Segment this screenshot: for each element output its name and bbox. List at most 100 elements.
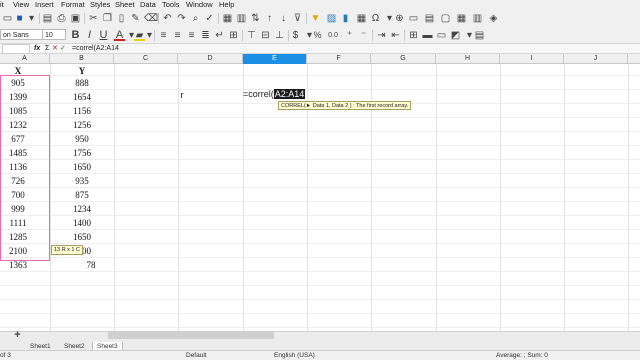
add-sheet-icon[interactable]: + [12,330,23,341]
column-header-b[interactable]: B [50,54,114,64]
editing-cell[interactable]: =correl(A2:A14 [243,88,306,100]
cell-y-value[interactable]: 1234 [50,202,114,216]
cell-y-value[interactable]: 1156 [50,104,114,118]
freeze-rows-icon[interactable]: ▦ [456,13,467,24]
cell-y-value[interactable]: 1756 [50,146,114,160]
cell-y-value[interactable]: 1650 [50,230,114,244]
cell-y-value[interactable]: 935 [50,174,114,188]
menu-format[interactable]: Format [61,0,85,10]
column-header-f[interactable]: F [307,54,371,64]
align-left-icon[interactable]: ≡ [158,30,169,41]
number-format-button[interactable]: 0.0 [326,30,340,41]
cell-y-value[interactable]: 875 [50,188,114,202]
clone-formatting-icon[interactable]: ✎ [130,13,141,24]
column-header-e[interactable]: E [243,54,307,64]
show-draw-functions-icon[interactable]: ◈ [488,13,499,24]
cell-y-value[interactable]: 1650 [50,160,114,174]
page-style[interactable]: Default [186,351,207,360]
undo-icon[interactable]: ↶ [162,13,173,24]
menu-window[interactable]: Window [186,0,213,10]
justify-icon[interactable]: ≣ [200,30,211,41]
center-vertically-icon[interactable]: ⊟ [260,30,271,41]
autofilter-icon[interactable]: ⊽ [292,13,303,24]
menu-view[interactable]: View [13,0,29,10]
increase-indent-icon[interactable]: ⇥ [376,30,387,41]
image-icon[interactable]: ▨ [326,13,337,24]
spelling-icon[interactable]: ✓ [204,13,215,24]
comment-icon[interactable]: ▭ [408,13,419,24]
sort-icon[interactable]: ⇅ [250,13,261,24]
cell-y-value[interactable]: 888 [50,76,114,90]
define-print-area-icon[interactable]: ▢ [440,13,451,24]
border-style-icon[interactable]: ▬ [422,30,433,41]
align-bottom-icon[interactable]: ⊥ [274,30,285,41]
redo-icon[interactable]: ↷ [176,13,187,24]
save-icon[interactable]: ■ [14,13,25,24]
paste-icon[interactable]: ▯ [116,13,127,24]
menu-tools[interactable]: Tools [162,0,180,10]
menu-edit[interactable]: it [0,0,4,10]
sort-descending-icon[interactable]: ↓ [278,13,289,24]
italic-button[interactable]: I [84,30,95,41]
font-color-button[interactable]: A [114,30,125,41]
row-icon[interactable]: ▦ [222,13,233,24]
bold-button[interactable]: B [70,30,81,41]
cell-y-value[interactable]: 950 [50,132,114,146]
special-character-icon[interactable]: Ω [370,13,381,24]
add-decimal-icon[interactable]: ⁺ [344,30,355,41]
underline-button[interactable]: U [98,30,109,41]
menu-data[interactable]: Data [140,0,156,10]
menu-sheet[interactable]: Sheet [115,0,135,10]
open-icon[interactable]: ▭ [2,13,13,24]
sort-ascending-icon[interactable]: ↑ [264,13,275,24]
language[interactable]: English (USA) [274,351,315,360]
font-size-box[interactable]: 10 [42,29,66,40]
dropdown-arrow-icon[interactable]: ▾ [26,13,37,24]
conditional-format-icon[interactable]: ◩ [450,30,461,41]
column-header-c[interactable]: C [114,54,178,64]
align-top-icon[interactable]: ⊤ [246,30,257,41]
align-center-icon[interactable]: ≡ [172,30,183,41]
name-box[interactable] [2,44,30,54]
find-replace-icon[interactable]: ⌕ [190,13,201,24]
split-window-icon[interactable]: ▥ [472,13,483,24]
cut-icon[interactable]: ✂ [88,13,99,24]
pivot-table-icon[interactable]: ▦ [356,13,367,24]
merge-cells-icon[interactable]: ⊞ [228,30,239,41]
column-header-d[interactable]: D [178,54,243,64]
print-preview-icon[interactable]: ▣ [70,13,81,24]
hyperlink-icon[interactable]: ⊕ [394,13,405,24]
menu-insert[interactable]: Insert [35,0,54,10]
cell-y-value[interactable]: 1654 [50,90,114,104]
cell-y-value[interactable]: 1400 [50,216,114,230]
cell-y-value[interactable]: 78 [76,258,106,272]
accept-button[interactable]: ✓ [60,44,66,54]
copy-icon[interactable]: ❐ [102,13,113,24]
cell-y-value[interactable]: 1256 [50,118,114,132]
autofilter-icon[interactable]: ▼ [310,13,321,24]
column-header-a[interactable]: A [0,54,50,64]
function-wizard-button[interactable]: fx [34,44,40,54]
export-pdf-icon[interactable]: ▤ [42,13,53,24]
headers-footers-icon[interactable]: ▤ [424,13,435,24]
border-color-icon[interactable]: ▭ [436,30,447,41]
selection-summary[interactable]: Average: ; Sum: 0 [496,351,548,360]
align-right-icon[interactable]: ≡ [186,30,197,41]
decrease-indent-icon[interactable]: ⇤ [390,30,401,41]
cell-styles-icon[interactable]: ▤ [474,30,485,41]
column-icon[interactable]: ▥ [236,13,247,24]
print-icon[interactable]: ⎙ [56,13,67,24]
cell-d-label[interactable]: r [178,88,186,102]
delete-decimal-icon[interactable]: ⁻ [358,30,369,41]
clear-formatting-icon[interactable]: ⌫ [144,13,158,24]
sum-button[interactable]: Σ [45,44,49,54]
menu-styles[interactable]: Styles [90,0,110,10]
cancel-button[interactable]: ✕ [52,44,58,54]
column-header-j[interactable]: J [564,54,628,64]
formula-input[interactable]: =correl(A2:A14 [72,44,119,54]
wrap-text-icon[interactable]: ↵ [214,30,225,41]
column-header-i[interactable]: I [500,54,564,64]
borders-icon[interactable]: ⊞ [408,30,419,41]
column-header-g[interactable]: G [371,54,436,64]
column-header-h[interactable]: H [436,54,500,64]
